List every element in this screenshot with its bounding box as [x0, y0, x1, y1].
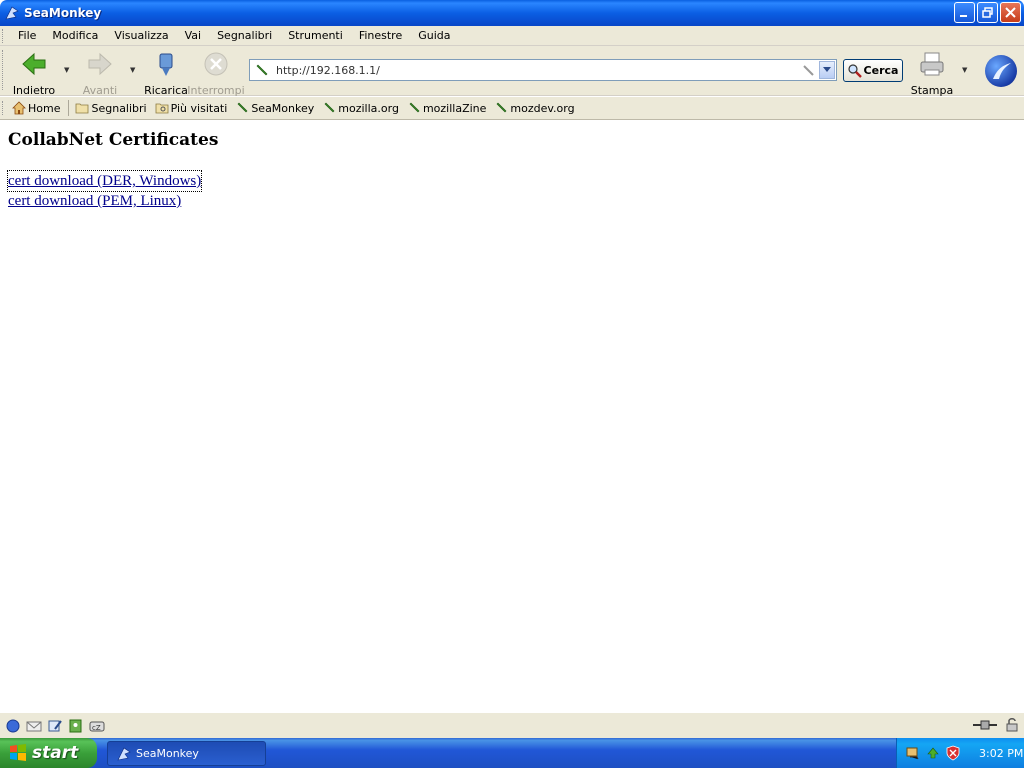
- window-titlebar[interactable]: SeaMonkey: [0, 0, 1024, 26]
- bookmark-icon: [324, 102, 335, 113]
- tray-clock[interactable]: 3:02 PM: [979, 747, 1023, 760]
- bookmark-label: mozillaZine: [422, 101, 487, 115]
- back-dropdown-icon[interactable]: ▼: [64, 66, 69, 74]
- tray-security-shield-icon[interactable]: [945, 745, 961, 761]
- bookmark-mozdev-org[interactable]: mozdev.org: [494, 101, 575, 115]
- status-bar: cZ: [0, 712, 1024, 738]
- svg-text:cZ: cZ: [92, 724, 101, 732]
- stop-icon: [204, 52, 228, 76]
- page-content: CollabNet Certificates cert download (DE…: [0, 120, 1024, 712]
- printer-icon: [920, 52, 944, 76]
- windows-taskbar: start SeaMonkey 3:02 PM: [0, 738, 1024, 768]
- navigation-toolbar: Indietro ▼ Avanti ▼ Ricarica Interrompi: [0, 46, 1024, 97]
- bookmark-label: SeaMonkey: [251, 101, 315, 115]
- back-arrow-icon: [22, 52, 46, 76]
- toolbar-grip[interactable]: [2, 28, 5, 43]
- close-icon: [1005, 7, 1016, 18]
- stop-button[interactable]: Interrompi: [186, 50, 246, 97]
- bookmark-label: mozdev.org: [510, 101, 575, 115]
- chatzilla-icon[interactable]: cZ: [89, 719, 105, 733]
- menu-bar: File Modifica Visualizza Vai Segnalibri …: [0, 26, 1024, 46]
- bookmarks-label: Segnalibri: [91, 101, 147, 115]
- menu-segnalibri[interactable]: Segnalibri: [209, 29, 280, 42]
- bookmark-icon: [237, 102, 248, 113]
- reload-icon: [159, 53, 173, 76]
- window-title: SeaMonkey: [24, 6, 102, 20]
- windows-logo-icon: [10, 744, 26, 761]
- menu-visualizza[interactable]: Visualizza: [106, 29, 176, 42]
- composer-icon[interactable]: [47, 719, 63, 733]
- maximize-button[interactable]: [977, 2, 998, 23]
- bookmark-mozillazine[interactable]: mozillaZine: [407, 101, 486, 115]
- bookmark-seamonkey[interactable]: SeaMonkey: [235, 101, 314, 115]
- forward-arrow-icon: [88, 52, 112, 76]
- navigator-icon[interactable]: [5, 719, 21, 733]
- forward-button[interactable]: Avanti: [70, 50, 130, 97]
- feed-icon[interactable]: [802, 63, 816, 77]
- url-bar[interactable]: [249, 59, 837, 81]
- cert-download-pem-link[interactable]: cert download (PEM, Linux): [8, 191, 181, 211]
- magnifier-icon: [847, 63, 862, 78]
- page-heading: CollabNet Certificates: [8, 130, 219, 150]
- print-dropdown-icon[interactable]: ▼: [962, 66, 967, 74]
- home-button[interactable]: Home: [12, 101, 60, 115]
- minimize-icon: [960, 15, 967, 17]
- menu-guida[interactable]: Guida: [410, 29, 458, 42]
- bookmark-icon: [409, 102, 420, 113]
- url-history-dropdown-button[interactable]: [819, 61, 835, 79]
- forward-label: Avanti: [82, 84, 118, 97]
- chevron-down-icon: [823, 67, 831, 72]
- home-label: Home: [28, 101, 61, 115]
- folder-icon: [76, 103, 89, 114]
- bookmarks-folder[interactable]: Segnalibri: [75, 101, 147, 115]
- seamonkey-app-icon: [5, 6, 19, 20]
- url-input[interactable]: [276, 63, 802, 77]
- bookmark-icon: [496, 102, 507, 113]
- tray-network-icon[interactable]: [905, 745, 921, 761]
- minimize-button[interactable]: [954, 2, 975, 23]
- security-lock-icon[interactable]: [1004, 718, 1020, 732]
- back-label: Indietro: [12, 84, 56, 97]
- menu-file[interactable]: File: [10, 29, 44, 42]
- seamonkey-app-icon: [117, 747, 131, 760]
- forward-dropdown-icon[interactable]: ▼: [130, 66, 135, 74]
- most-visited-label: Più visitati: [170, 101, 228, 115]
- cert-download-der-link[interactable]: cert download (DER, Windows): [6, 170, 203, 192]
- personal-toolbar: Home Segnalibri Più visitati SeaMonkey m…: [0, 97, 1024, 120]
- search-button[interactable]: Cerca: [843, 59, 903, 82]
- mail-icon[interactable]: [26, 719, 42, 733]
- toolbar-separator: [68, 100, 70, 116]
- address-book-icon[interactable]: [68, 719, 84, 733]
- system-tray: 3:02 PM: [896, 738, 1024, 768]
- menu-strumenti[interactable]: Strumenti: [280, 29, 351, 42]
- start-label: start: [32, 743, 79, 763]
- home-icon: [12, 101, 26, 115]
- folder-icon: [155, 103, 169, 114]
- menu-vai[interactable]: Vai: [177, 29, 209, 42]
- online-status-icon[interactable]: [972, 718, 998, 732]
- page-favicon-icon: [256, 64, 268, 76]
- toolbar-grip[interactable]: [2, 101, 5, 115]
- print-button[interactable]: Stampa: [902, 50, 962, 97]
- most-visited-folder[interactable]: Più visitati: [155, 101, 228, 115]
- search-label: Cerca: [863, 64, 899, 77]
- restore-icon: [982, 7, 993, 18]
- taskbar-task-label: SeaMonkey: [136, 747, 199, 760]
- taskbar-seamonkey-button[interactable]: SeaMonkey: [107, 741, 266, 766]
- menu-modifica[interactable]: Modifica: [44, 29, 106, 42]
- tray-update-icon[interactable]: [925, 745, 941, 761]
- bookmark-label: mozilla.org: [338, 101, 399, 115]
- print-label: Stampa: [910, 84, 954, 97]
- back-button[interactable]: Indietro: [4, 50, 64, 97]
- start-button[interactable]: start: [0, 738, 97, 768]
- close-button[interactable]: [1000, 2, 1021, 23]
- seamonkey-logo-icon: [993, 63, 1011, 79]
- stop-label: Interrompi: [187, 84, 245, 97]
- menu-finestre[interactable]: Finestre: [351, 29, 410, 42]
- bookmark-mozilla-org[interactable]: mozilla.org: [322, 101, 399, 115]
- seamonkey-throbber-logo[interactable]: [985, 55, 1017, 87]
